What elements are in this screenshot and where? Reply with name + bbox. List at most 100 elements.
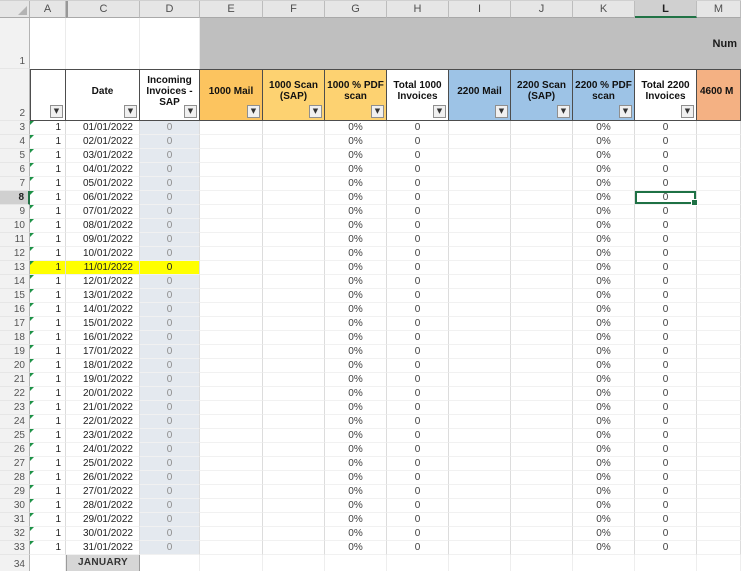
cell-M11[interactable] (697, 233, 741, 247)
cell-F17[interactable] (263, 317, 325, 331)
cell-G4[interactable]: 0% (325, 135, 387, 149)
header-cell-A[interactable]: ▼ (30, 69, 66, 121)
cell-C9[interactable]: 07/01/2022 (66, 205, 140, 219)
cell-A12[interactable]: 1 (30, 247, 66, 261)
cell-F18[interactable] (263, 331, 325, 345)
cell-M27[interactable] (697, 457, 741, 471)
cell-D12[interactable]: 0 (140, 247, 200, 261)
cell-I13[interactable] (449, 261, 511, 275)
column-header-J[interactable]: J (511, 1, 573, 18)
cell-M16[interactable] (697, 303, 741, 317)
cell-I31[interactable] (449, 513, 511, 527)
cell-D20[interactable]: 0 (140, 359, 200, 373)
cell-M33[interactable] (697, 541, 741, 555)
cell-D31[interactable]: 0 (140, 513, 200, 527)
cell-L4[interactable]: 0 (635, 135, 697, 149)
cell-A15[interactable]: 1 (30, 289, 66, 303)
cell-G7[interactable]: 0% (325, 177, 387, 191)
cell-D4[interactable]: 0 (140, 135, 200, 149)
header-cell-C[interactable]: Date ▼ (66, 69, 140, 121)
cell-H19[interactable]: 0 (387, 345, 449, 359)
cell-M14[interactable] (697, 275, 741, 289)
filter-button-I[interactable]: ▼ (495, 105, 508, 118)
cell-M22[interactable] (697, 387, 741, 401)
cell-E3[interactable] (200, 121, 263, 135)
cell-J17[interactable] (511, 317, 573, 331)
cell-M7[interactable] (697, 177, 741, 191)
cell-A28[interactable]: 1 (30, 471, 66, 485)
cell-F30[interactable] (263, 499, 325, 513)
cell-E17[interactable] (200, 317, 263, 331)
cell-K20[interactable]: 0% (573, 359, 635, 373)
row-header-21[interactable]: 21 (0, 373, 30, 387)
row-header-4[interactable]: 4 (0, 135, 30, 149)
row-header-15[interactable]: 15 (0, 289, 30, 303)
cell-C28[interactable]: 26/01/2022 (66, 471, 140, 485)
column-header-E[interactable]: E (200, 1, 263, 18)
cell-F24[interactable] (263, 415, 325, 429)
cell-M20[interactable] (697, 359, 741, 373)
cell-F23[interactable] (263, 401, 325, 415)
cell-I3[interactable] (449, 121, 511, 135)
cell-H9[interactable]: 0 (387, 205, 449, 219)
cell-G18[interactable]: 0% (325, 331, 387, 345)
cell-G15[interactable]: 0% (325, 289, 387, 303)
cell-F29[interactable] (263, 485, 325, 499)
column-header-H[interactable]: H (387, 1, 449, 18)
cell-L31[interactable]: 0 (635, 513, 697, 527)
row-header-33[interactable]: 33 (0, 541, 30, 555)
cell-D11[interactable]: 0 (140, 233, 200, 247)
row-header-32[interactable]: 32 (0, 527, 30, 541)
cell-K23[interactable]: 0% (573, 401, 635, 415)
cell-E25[interactable] (200, 429, 263, 443)
cell-F32[interactable] (263, 527, 325, 541)
cell-M5[interactable] (697, 149, 741, 163)
cell-C21[interactable]: 19/01/2022 (66, 373, 140, 387)
cell-M25[interactable] (697, 429, 741, 443)
cell-I6[interactable] (449, 163, 511, 177)
cell-L30[interactable]: 0 (635, 499, 697, 513)
cell-K18[interactable]: 0% (573, 331, 635, 345)
cell-J21[interactable] (511, 373, 573, 387)
cell-A1[interactable] (30, 18, 66, 69)
cell-I34[interactable] (449, 555, 511, 571)
cell-J12[interactable] (511, 247, 573, 261)
cell-F27[interactable] (263, 457, 325, 471)
cell-H18[interactable]: 0 (387, 331, 449, 345)
cell-M23[interactable] (697, 401, 741, 415)
cell-H20[interactable]: 0 (387, 359, 449, 373)
cell-I20[interactable] (449, 359, 511, 373)
cell-A25[interactable]: 1 (30, 429, 66, 443)
cell-L14[interactable]: 0 (635, 275, 697, 289)
header-cell-F[interactable]: 1000 Scan (SAP) ▼ (263, 69, 325, 121)
cell-D19[interactable]: 0 (140, 345, 200, 359)
cell-F19[interactable] (263, 345, 325, 359)
cell-F11[interactable] (263, 233, 325, 247)
column-header-C[interactable]: C (66, 1, 140, 18)
cell-G23[interactable]: 0% (325, 401, 387, 415)
header-cell-I[interactable]: 2200 Mail ▼ (449, 69, 511, 121)
cell-G6[interactable]: 0% (325, 163, 387, 177)
header-cell-E[interactable]: 1000 Mail ▼ (200, 69, 263, 121)
cell-I4[interactable] (449, 135, 511, 149)
cell-A9[interactable]: 1 (30, 205, 66, 219)
cell-H34[interactable] (387, 555, 449, 571)
header-cell-G[interactable]: 1000 % PDF scan ▼ (325, 69, 387, 121)
cell-K33[interactable]: 0% (573, 541, 635, 555)
cell-M17[interactable] (697, 317, 741, 331)
cell-C27[interactable]: 25/01/2022 (66, 457, 140, 471)
header-cell-M[interactable]: 4600 M (697, 69, 741, 121)
cell-J22[interactable] (511, 387, 573, 401)
cell-K11[interactable]: 0% (573, 233, 635, 247)
cell-L27[interactable]: 0 (635, 457, 697, 471)
cell-J7[interactable] (511, 177, 573, 191)
cell-G31[interactable]: 0% (325, 513, 387, 527)
cell-M30[interactable] (697, 499, 741, 513)
cell-M8[interactable] (697, 191, 741, 205)
filter-button-G[interactable]: ▼ (371, 105, 384, 118)
cell-J4[interactable] (511, 135, 573, 149)
cell-A5[interactable]: 1 (30, 149, 66, 163)
column-header-L[interactable]: L (635, 1, 697, 18)
cell-D9[interactable]: 0 (140, 205, 200, 219)
cell-E21[interactable] (200, 373, 263, 387)
